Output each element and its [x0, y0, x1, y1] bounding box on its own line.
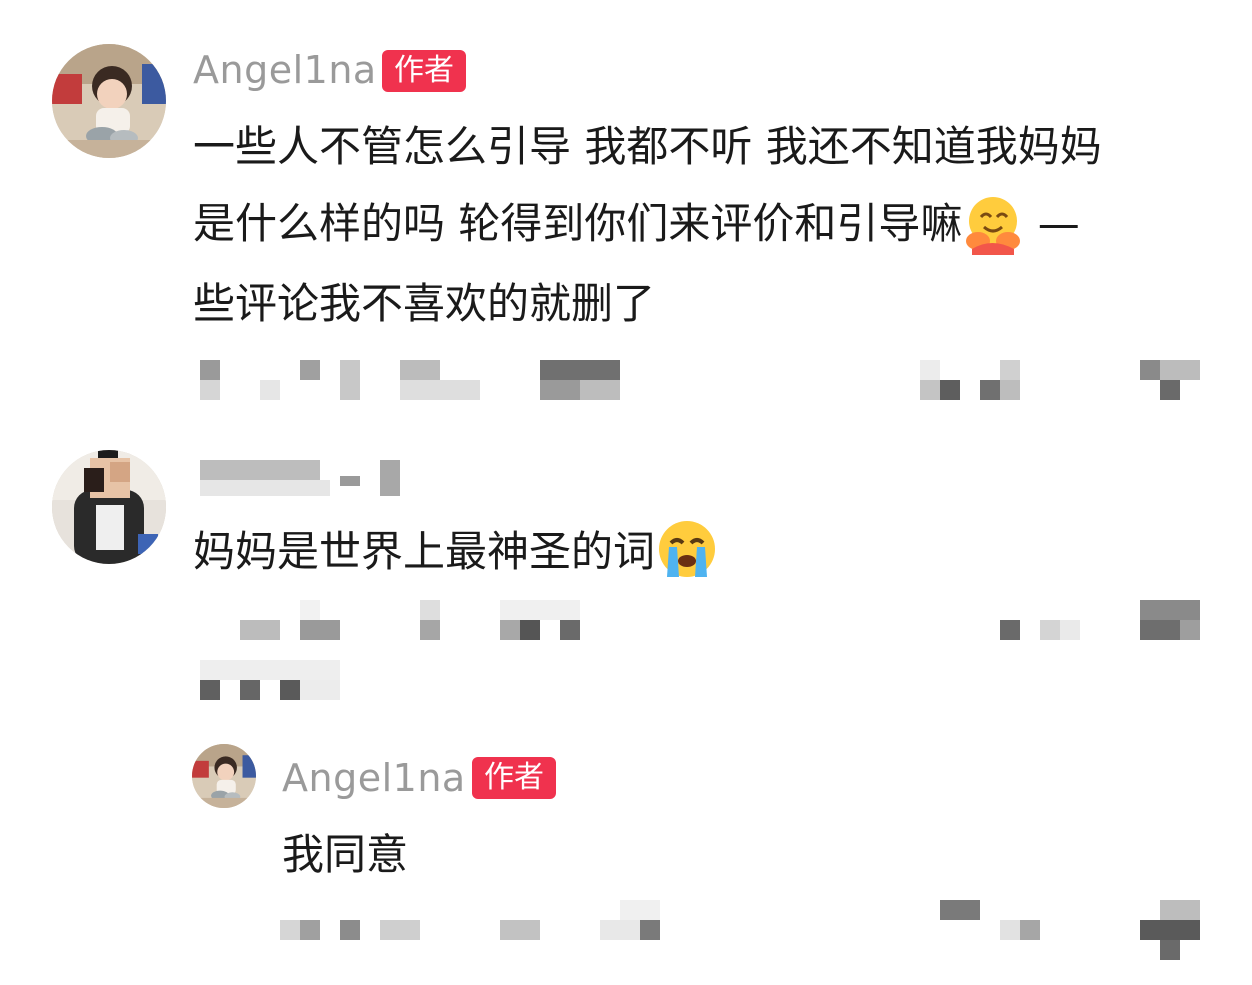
loudly-crying-face-icon	[655, 516, 719, 593]
pixelated-like-count	[940, 900, 1040, 940]
comment-text: 一些人不管怎么引导 我都不听 我还不知道我妈妈 是什么样的吗 轮得到你们来评价和…	[193, 108, 1102, 342]
avatar[interactable]	[52, 450, 166, 564]
comment-line: 是什么样的吗 轮得到你们来评价和引导嘛 —	[193, 185, 1102, 265]
pixelated-like-count	[920, 360, 1020, 400]
pixelated-like-count	[1000, 620, 1080, 640]
pixelated-timestamp	[280, 920, 420, 940]
pixelated-reply-button[interactable]	[540, 360, 620, 400]
comment-line: 一些人不管怎么引导 我都不听 我还不知道我妈妈	[193, 122, 1102, 171]
pixelated-reply-button[interactable]	[500, 600, 580, 640]
pixelated-dislike-icon[interactable]	[1140, 360, 1200, 400]
avatar[interactable]	[52, 44, 166, 158]
pixelated-timestamp	[240, 600, 360, 640]
pixelated-location	[500, 920, 540, 940]
hugging-face-icon	[962, 188, 1024, 265]
pixelated-dislike-icon[interactable]	[1140, 600, 1200, 640]
comment-line: 些评论我不喜欢的就删了	[193, 279, 656, 328]
username[interactable]: Angel1na	[282, 756, 466, 800]
author-badge: 作者	[382, 50, 466, 92]
username[interactable]: Angel1na	[193, 48, 377, 92]
pixelated-timestamp	[200, 360, 360, 400]
comment-text: 我同意	[282, 830, 409, 879]
pixelated-dislike-icon[interactable]	[1140, 900, 1200, 960]
pixelated-expand-replies[interactable]	[200, 660, 340, 700]
pixelated-username[interactable]	[200, 460, 410, 496]
comment-text: 妈妈是世界上最神圣的词	[193, 513, 719, 593]
pixelated-location	[420, 600, 440, 640]
avatar[interactable]	[192, 744, 256, 808]
pixelated-location	[400, 360, 480, 400]
author-badge: 作者	[472, 757, 556, 799]
pixelated-reply-button[interactable]	[600, 900, 680, 940]
